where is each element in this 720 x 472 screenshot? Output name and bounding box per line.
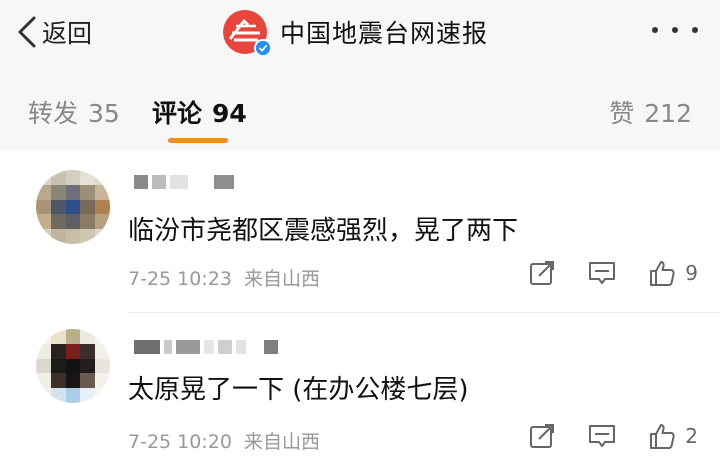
comment-location: 来自山西: [243, 431, 320, 453]
reply-icon: [589, 425, 616, 447]
thumbs-up-icon: [650, 261, 675, 286]
more-button[interactable]: [652, 20, 698, 40]
page-title: 中国地震台网速报: [280, 19, 489, 48]
tab-bar: 转发 35 评论 94 赞 212: [0, 70, 720, 150]
share-button[interactable]: [527, 258, 557, 288]
more-icon-dot: [692, 27, 698, 33]
share-button[interactable]: [527, 421, 557, 451]
top-bar: 返回 中国地震台网速报: [0, 0, 720, 71]
comment-actions: 2: [527, 421, 698, 451]
reply-icon: [589, 262, 616, 284]
username-redacted[interactable]: [134, 172, 234, 192]
tab-repost-count: 35: [88, 99, 120, 128]
tab-likes[interactable]: 赞 212: [609, 94, 692, 130]
comment-time: 7-25 10:23: [128, 268, 232, 290]
back-button[interactable]: 返回: [14, 12, 92, 52]
comment-time: 7-25 10:20: [128, 431, 232, 453]
comment-item: 太原晃了一下 (在办公楼七层) 7-25 10:20 来自山西 2: [0, 313, 720, 472]
tab-comments[interactable]: 评论 94: [152, 94, 247, 130]
more-icon-dot: [652, 27, 658, 33]
like-count: 9: [685, 261, 698, 285]
share-icon: [530, 424, 555, 448]
reply-button[interactable]: [587, 421, 617, 451]
comment-text: 太原晃了一下 (在办公楼七层): [128, 375, 469, 405]
back-label: 返回: [42, 19, 93, 48]
like-button[interactable]: 9: [647, 258, 698, 288]
tab-likes-count: 212: [644, 99, 692, 128]
comment-meta: 7-25 10:20 来自山西: [128, 427, 320, 454]
account-title[interactable]: 中国地震台网速报: [222, 8, 489, 57]
tab-likes-label: 赞: [609, 99, 635, 128]
back-chevron-icon: [18, 16, 36, 48]
share-icon: [530, 261, 555, 285]
like-count: 2: [685, 424, 698, 448]
username-redacted[interactable]: [134, 337, 278, 357]
comment-text: 临汾市尧都区震感强烈，晃了两下: [128, 216, 519, 246]
comment-item: 临汾市尧都区震感强烈，晃了两下 7-25 10:23 来自山西 9: [0, 150, 720, 310]
active-tab-indicator: [168, 138, 228, 143]
more-icon-dot: [672, 27, 678, 33]
verified-icon: [254, 39, 272, 57]
tab-comments-count: 94: [212, 99, 247, 128]
comment-location: 来自山西: [243, 268, 320, 290]
tab-repost[interactable]: 转发 35: [28, 94, 120, 130]
account-avatar[interactable]: [222, 9, 272, 57]
comment-meta: 7-25 10:23 来自山西: [128, 264, 320, 291]
thumbs-up-icon: [650, 424, 675, 449]
avatar[interactable]: [36, 170, 110, 244]
avatar[interactable]: [36, 329, 110, 403]
like-button[interactable]: 2: [647, 421, 698, 451]
tab-repost-label: 转发: [28, 99, 79, 128]
tab-comments-label: 评论: [152, 99, 203, 128]
reply-button[interactable]: [587, 258, 617, 288]
comment-actions: 9: [527, 258, 698, 288]
